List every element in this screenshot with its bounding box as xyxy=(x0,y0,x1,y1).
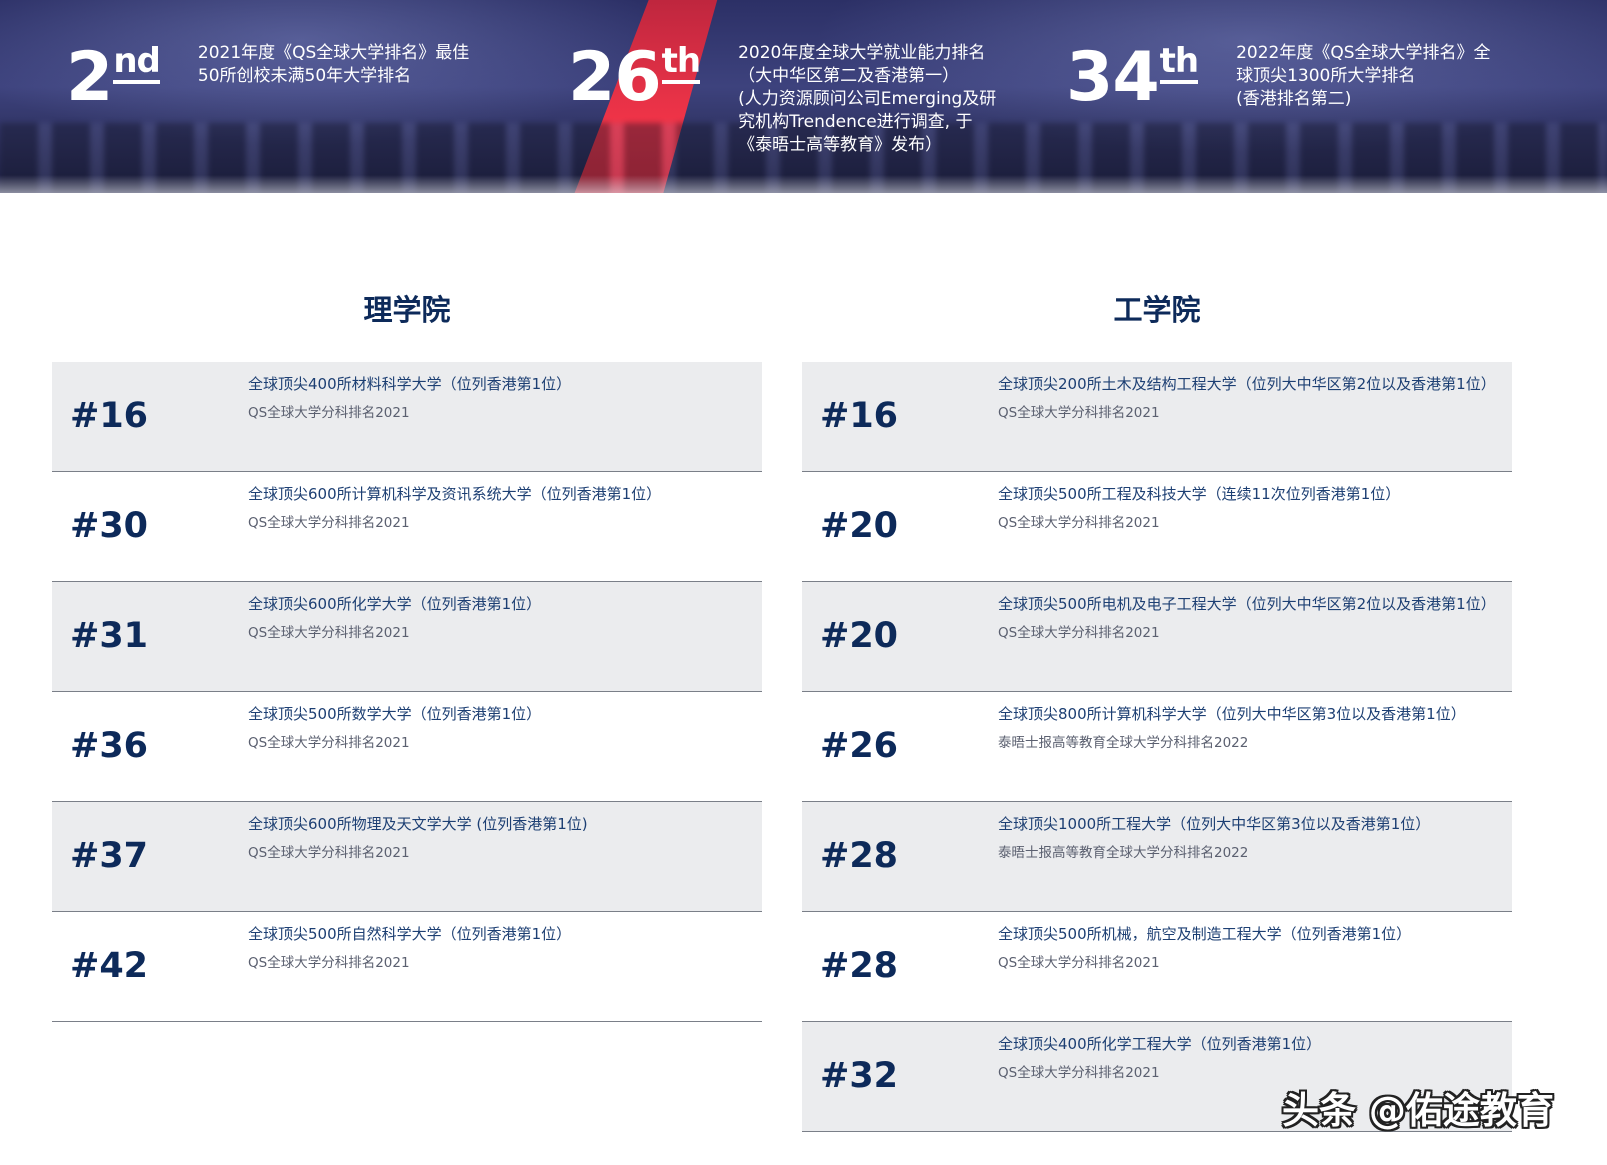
rankings-banner: 2nd 2021年度《QS全球大学排名》最佳 50所创校未满50年大学排名 26… xyxy=(0,0,1607,193)
ranking-row: #28 全球顶尖1000所工程大学（位列大中华区第3位以及香港第1位） 泰晤士报… xyxy=(802,802,1512,912)
banner-stat-3: 34th 2022年度《QS全球大学排名》全 球顶尖1300所大学排名 (香港排… xyxy=(1066,38,1491,118)
rank-source: QS全球大学分科排名2021 xyxy=(248,515,410,531)
ranking-row: #26 全球顶尖800所计算机科学大学（位列大中华区第3位以及香港第1位） 泰晤… xyxy=(802,692,1512,802)
ranking-row: #16 全球顶尖400所材料科学大学（位列香港第1位） QS全球大学分科排名20… xyxy=(52,362,762,472)
rank-number: #28 xyxy=(820,836,899,876)
rank-title: 全球顶尖600所化学大学（位列香港第1位） xyxy=(248,595,542,613)
rank-source: 泰晤士报高等教育全球大学分科排名2022 xyxy=(998,735,1249,751)
engineering-faculty-rankings: 工学院 #16 全球顶尖200所土木及结构工程大学（位列大中华区第2位以及香港第… xyxy=(802,290,1512,1132)
ranking-row: #31 全球顶尖600所化学大学（位列香港第1位） QS全球大学分科排名2021 xyxy=(52,582,762,692)
rank-source: QS全球大学分科排名2021 xyxy=(998,955,1160,971)
rank-number: #36 xyxy=(70,726,149,766)
rank-number: #32 xyxy=(820,1056,899,1096)
rank-title: 全球顶尖800所计算机科学大学（位列大中华区第3位以及香港第1位） xyxy=(998,705,1466,723)
banner-stat-1: 2nd 2021年度《QS全球大学排名》最佳 50所创校未满50年大学排名 xyxy=(66,38,469,118)
stat-number: 2nd xyxy=(66,38,161,117)
rank-number: #30 xyxy=(70,506,149,546)
rank-title: 全球顶尖500所机械，航空及制造工程大学（位列香港第1位） xyxy=(998,925,1412,943)
science-faculty-rankings: 理学院 #16 全球顶尖400所材料科学大学（位列香港第1位） QS全球大学分科… xyxy=(52,290,762,1022)
ranking-row: #37 全球顶尖600所物理及天文学大学 (位列香港第1位) QS全球大学分科排… xyxy=(52,802,762,912)
science-faculty-title: 理学院 xyxy=(363,293,451,327)
rank-source: QS全球大学分科排名2021 xyxy=(248,735,410,751)
rank-number: #42 xyxy=(70,946,149,986)
rank-title: 全球顶尖500所自然科学大学（位列香港第1位） xyxy=(248,925,572,943)
ranking-row: #20 全球顶尖500所工程及科技大学（连续11次位列香港第1位） QS全球大学… xyxy=(802,472,1512,582)
rank-number: #20 xyxy=(820,506,899,546)
stat-number: 34th xyxy=(1066,38,1199,117)
rank-source: QS全球大学分科排名2021 xyxy=(248,625,410,641)
rank-source: 泰晤士报高等教育全球大学分科排名2022 xyxy=(998,845,1249,861)
rank-number: #37 xyxy=(70,836,149,876)
rank-source: QS全球大学分科排名2021 xyxy=(998,1065,1160,1081)
stat-ordinal-suffix: th xyxy=(661,44,701,84)
rank-source: QS全球大学分科排名2021 xyxy=(998,625,1160,641)
rank-title: 全球顶尖500所工程及科技大学（连续11次位列香港第1位） xyxy=(998,485,1401,503)
engineering-faculty-title: 工学院 xyxy=(1113,293,1201,327)
rank-number: #26 xyxy=(820,726,899,766)
rank-source: QS全球大学分科排名2021 xyxy=(248,955,410,971)
stat-description: 2021年度《QS全球大学排名》最佳 50所创校未满50年大学排名 xyxy=(197,43,470,86)
rank-number: #20 xyxy=(820,616,899,656)
rank-source: QS全球大学分科排名2021 xyxy=(248,845,410,861)
rank-title: 全球顶尖400所材料科学大学（位列香港第1位） xyxy=(248,375,572,393)
rank-title: 全球顶尖1000所工程大学（位列大中华区第3位以及香港第1位） xyxy=(998,815,1431,833)
stat-number: 26th xyxy=(568,38,701,117)
ranking-row: #30 全球顶尖600所计算机科学及资讯系统大学（位列香港第1位） QS全球大学… xyxy=(52,472,762,582)
ranking-row: #36 全球顶尖500所数学大学（位列香港第1位） QS全球大学分科排名2021 xyxy=(52,692,762,802)
stat-ordinal-suffix: nd xyxy=(113,44,161,84)
ranking-row: #16 全球顶尖200所土木及结构工程大学（位列大中华区第2位以及香港第1位） … xyxy=(802,362,1512,472)
rank-number: #31 xyxy=(70,616,149,656)
rank-title: 全球顶尖600所计算机科学及资讯系统大学（位列香港第1位） xyxy=(248,485,662,503)
rank-number: #16 xyxy=(820,396,899,436)
stat-ordinal-suffix: th xyxy=(1159,44,1199,84)
rank-title: 全球顶尖500所数学大学（位列香港第1位） xyxy=(248,705,542,723)
rank-source: QS全球大学分科排名2021 xyxy=(998,515,1160,531)
stat-description: 2022年度《QS全球大学排名》全 球顶尖1300所大学排名 (香港排名第二) xyxy=(1236,43,1491,109)
ranking-row: #28 全球顶尖500所机械，航空及制造工程大学（位列香港第1位） QS全球大学… xyxy=(802,912,1512,1022)
rank-number: #16 xyxy=(70,396,149,436)
rank-title: 全球顶尖200所土木及结构工程大学（位列大中华区第2位以及香港第1位） xyxy=(998,375,1496,393)
ranking-row: #20 全球顶尖500所电机及电子工程大学（位列大中华区第2位以及香港第1位） … xyxy=(802,582,1512,692)
rank-number: #28 xyxy=(820,946,899,986)
watermark: 头条 @佑途教育 xyxy=(1282,1089,1554,1132)
ranking-row: #42 全球顶尖500所自然科学大学（位列香港第1位） QS全球大学分科排名20… xyxy=(52,912,762,1022)
stat-description: 2020年度全球大学就业能力排名 （大中华区第二及香港第一） (人力资源顾问公司… xyxy=(738,43,997,155)
rank-title: 全球顶尖600所物理及天文学大学 (位列香港第1位) xyxy=(248,815,588,833)
banner-stat-2: 26th 2020年度全球大学就业能力排名 （大中华区第二及香港第一） (人力资… xyxy=(568,38,996,157)
rank-source: QS全球大学分科排名2021 xyxy=(248,405,410,421)
rank-title: 全球顶尖500所电机及电子工程大学（位列大中华区第2位以及香港第1位） xyxy=(998,595,1496,613)
rank-title: 全球顶尖400所化学工程大学（位列香港第1位） xyxy=(998,1035,1322,1053)
rank-source: QS全球大学分科排名2021 xyxy=(998,405,1160,421)
